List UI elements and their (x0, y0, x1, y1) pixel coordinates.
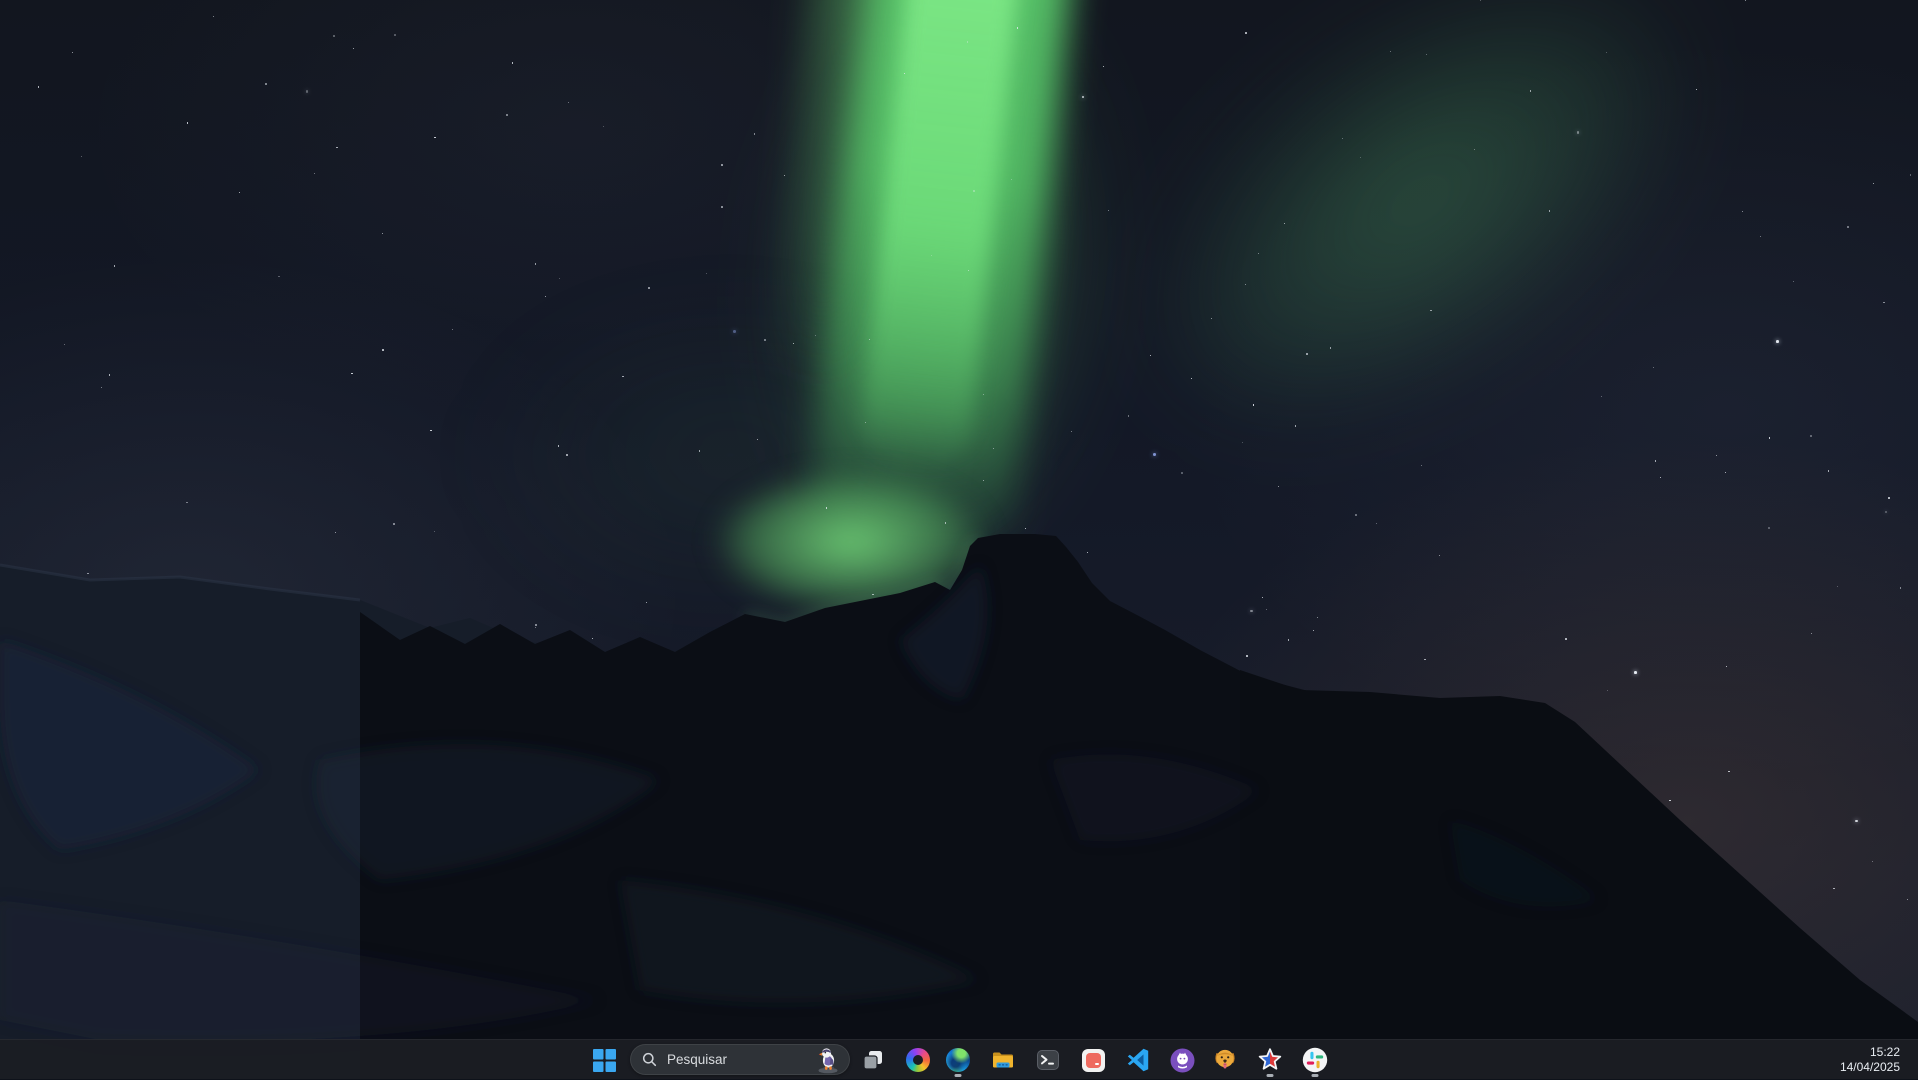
star-app-button[interactable] (1250, 1040, 1290, 1080)
search-icon (642, 1052, 657, 1067)
task-view-icon (861, 1048, 885, 1072)
search-input[interactable] (665, 1051, 809, 1068)
red-app-icon (1082, 1049, 1105, 1072)
task-view-button[interactable] (853, 1040, 893, 1080)
running-indicator (955, 1074, 962, 1077)
start-button[interactable] (584, 1040, 624, 1080)
dog-face-icon (1212, 1047, 1238, 1073)
copilot-icon (906, 1048, 930, 1072)
slack-icon (1302, 1047, 1328, 1073)
search-box[interactable] (630, 1044, 850, 1075)
dog-app-button[interactable] (1205, 1040, 1245, 1080)
clock-date: 14/04/2025 (1840, 1060, 1900, 1075)
running-indicator (1312, 1074, 1319, 1077)
file-explorer-button[interactable] (983, 1040, 1023, 1080)
puffin-bird-icon (813, 1045, 843, 1074)
vscode-button[interactable] (1119, 1040, 1159, 1080)
windows-logo-icon (593, 1049, 616, 1072)
running-indicator (1267, 1074, 1274, 1077)
github-desktop-button[interactable] (1162, 1040, 1202, 1080)
taskbar: 15:22 14/04/2025 (0, 1039, 1918, 1079)
github-icon (1170, 1048, 1195, 1073)
right-mountain (1240, 670, 1918, 1079)
clock-time: 15:22 (1870, 1045, 1900, 1060)
edge-icon (946, 1048, 970, 1072)
copilot-button[interactable] (898, 1040, 938, 1080)
mountain-silhouette (0, 0, 1918, 1079)
clock[interactable]: 15:22 14/04/2025 (1836, 1040, 1904, 1080)
file-explorer-icon (991, 1048, 1015, 1072)
slack-button[interactable] (1295, 1040, 1335, 1080)
terminal-icon (1036, 1048, 1060, 1072)
star-icon (1257, 1047, 1283, 1073)
terminal-button[interactable] (1028, 1040, 1068, 1080)
red-app-button[interactable] (1073, 1040, 1113, 1080)
edge-button[interactable] (938, 1040, 978, 1080)
vscode-icon (1127, 1048, 1151, 1072)
